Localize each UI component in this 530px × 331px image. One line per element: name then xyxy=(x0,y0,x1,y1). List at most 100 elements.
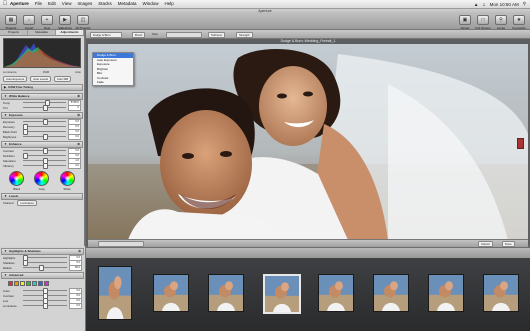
slider-knob[interactable] xyxy=(23,260,29,266)
slider-track[interactable] xyxy=(23,293,67,299)
slider-track[interactable] xyxy=(23,163,66,169)
disclosure-icon[interactable]: ▼ xyxy=(4,94,7,99)
levels-channel-select[interactable]: Luminance xyxy=(17,199,37,206)
filmstrip-thumbnail[interactable] xyxy=(373,274,409,312)
filmstrip-thumbnail[interactable] xyxy=(98,266,132,320)
brush-mode-select[interactable]: Dodge & Burn xyxy=(90,32,122,38)
slider-track[interactable] xyxy=(23,255,67,261)
disclosure-icon[interactable]: ▶ xyxy=(4,85,6,90)
cyan-swatch[interactable] xyxy=(32,281,37,286)
menu-stacks[interactable]: Stacks xyxy=(98,0,112,8)
red-swatch[interactable] xyxy=(8,281,13,286)
brush-button[interactable]: Brush xyxy=(132,32,146,38)
keywords-button[interactable]: ★ Keywords xyxy=(510,15,528,30)
menu-window[interactable]: Window xyxy=(143,0,159,8)
main-photo[interactable]: Dodge & Burn Auto Exposure Exposure Brig… xyxy=(88,44,528,240)
section-options-icon[interactable]: ⚙ xyxy=(77,142,80,147)
disclosure-icon[interactable]: ▼ xyxy=(4,113,7,118)
slider-knob[interactable] xyxy=(23,153,29,159)
highlights-shadows-header[interactable]: ▼ Highlights & Shadows ⚙ xyxy=(1,248,84,255)
auto-exposure-button[interactable]: Auto Exposure xyxy=(3,76,28,82)
white-color-wheel[interactable] xyxy=(59,171,75,186)
green-swatch[interactable] xyxy=(26,281,31,286)
rating-flag-icon[interactable] xyxy=(517,138,524,149)
slider-knob[interactable] xyxy=(43,303,48,309)
menu-option[interactable]: Fade xyxy=(93,80,133,85)
spotlight-icon[interactable]: ⚲ xyxy=(523,1,526,7)
slider-track[interactable] xyxy=(23,158,66,164)
slider-knob[interactable] xyxy=(42,119,48,125)
loupe-button[interactable]: ⚲ Loupe xyxy=(492,15,510,30)
apple-menu-icon[interactable]:  xyxy=(0,0,10,8)
slider-track[interactable] xyxy=(23,134,66,140)
size-slider[interactable] xyxy=(166,32,202,38)
menu-images[interactable]: Images xyxy=(77,0,92,8)
slider-track[interactable] xyxy=(23,153,66,159)
menu-help[interactable]: Help xyxy=(165,0,174,8)
section-options-icon[interactable]: ⚙ xyxy=(77,94,80,99)
white-balance-header[interactable]: ▼ White Balance ⚙ xyxy=(1,93,83,100)
slider-track[interactable] xyxy=(23,119,66,125)
auto-wb-button[interactable]: Auto WB xyxy=(53,76,72,82)
slider-value-field[interactable]: 0.0 xyxy=(69,302,82,309)
auto-levels-button[interactable]: Auto Levels xyxy=(30,76,51,82)
import-button[interactable]: ↓ Import xyxy=(20,15,38,30)
viewer-button[interactable]: ▣ Viewer xyxy=(456,15,474,30)
levels-header[interactable]: ▼ Levels xyxy=(1,193,83,200)
advanced-header[interactable]: ▼ Advanced xyxy=(1,272,84,279)
filmstrip-thumbnail[interactable] xyxy=(263,274,301,314)
slider-track[interactable] xyxy=(23,265,67,271)
disclosure-icon[interactable]: ▼ xyxy=(4,194,7,199)
slider-track[interactable] xyxy=(23,124,66,130)
filmstrip-thumbnail[interactable] xyxy=(318,274,354,312)
slider-knob[interactable] xyxy=(23,129,29,135)
slideshow-button[interactable]: ▶ Slideshow xyxy=(56,15,74,30)
app-menu[interactable]: Aperture xyxy=(10,0,29,8)
disclosure-icon[interactable]: ▼ xyxy=(4,249,7,254)
wifi-icon[interactable]: ▲ xyxy=(474,2,478,7)
filmstrip-thumbnail[interactable] xyxy=(483,274,519,312)
filmstrip-thumbnail[interactable] xyxy=(208,274,244,312)
magenta-swatch[interactable] xyxy=(44,281,49,286)
menu-edit[interactable]: Edit xyxy=(48,0,56,8)
slider-knob[interactable] xyxy=(42,163,48,169)
menu-metadata[interactable]: Metadata xyxy=(118,0,137,8)
filmstrip-thumbnail[interactable] xyxy=(153,274,189,312)
disclosure-icon[interactable]: ▼ xyxy=(4,142,7,147)
softness-control[interactable]: Softness xyxy=(208,32,225,38)
volume-icon[interactable]: ♫ xyxy=(482,2,485,7)
fullscreen-button[interactable]: □ Full Screen xyxy=(474,15,492,30)
menu-view[interactable]: View xyxy=(62,0,72,8)
slider-knob[interactable] xyxy=(38,265,44,271)
slider-value-field[interactable]: 0.0 xyxy=(68,162,81,169)
slider-track[interactable] xyxy=(23,148,66,154)
tab-adjustments[interactable]: Adjustments xyxy=(56,30,84,35)
slider-track[interactable] xyxy=(23,303,67,309)
tab-metadata[interactable]: Metadata xyxy=(28,30,56,35)
slider-knob[interactable] xyxy=(42,105,48,111)
menu-file[interactable]: File xyxy=(35,0,42,8)
blue-swatch[interactable] xyxy=(38,281,43,286)
projects-button[interactable]: ▦ Projects xyxy=(2,15,20,30)
section-options-icon[interactable]: ⚙ xyxy=(78,249,81,254)
slider-track[interactable] xyxy=(23,260,67,266)
slider-track[interactable] xyxy=(23,100,66,106)
tab-projects[interactable]: Projects xyxy=(0,30,28,35)
strength-control[interactable]: Strength xyxy=(236,32,253,38)
slider-value-field[interactable]: 50.0 xyxy=(69,264,82,271)
exposure-header[interactable]: ▼ Exposure ⚙ xyxy=(1,112,83,119)
orange-swatch[interactable] xyxy=(14,281,19,286)
black-color-wheel[interactable] xyxy=(9,171,25,186)
yellow-swatch[interactable] xyxy=(20,281,25,286)
enhance-header[interactable]: ▼ Enhance ⚙ xyxy=(1,141,83,148)
slider-track[interactable] xyxy=(23,129,66,135)
slider-knob[interactable] xyxy=(42,148,48,154)
slider-value-field[interactable]: 0 xyxy=(68,104,81,111)
gray-color-wheel[interactable] xyxy=(34,171,50,186)
section-options-icon[interactable]: ⚙ xyxy=(77,113,80,118)
raw-fine-tuning-header[interactable]: ▶ RAW Fine Tuning xyxy=(1,84,83,91)
slider-track[interactable] xyxy=(23,298,67,304)
slider-knob[interactable] xyxy=(42,134,48,140)
new-button[interactable]: + New xyxy=(38,15,56,30)
slider-track[interactable] xyxy=(23,105,66,111)
